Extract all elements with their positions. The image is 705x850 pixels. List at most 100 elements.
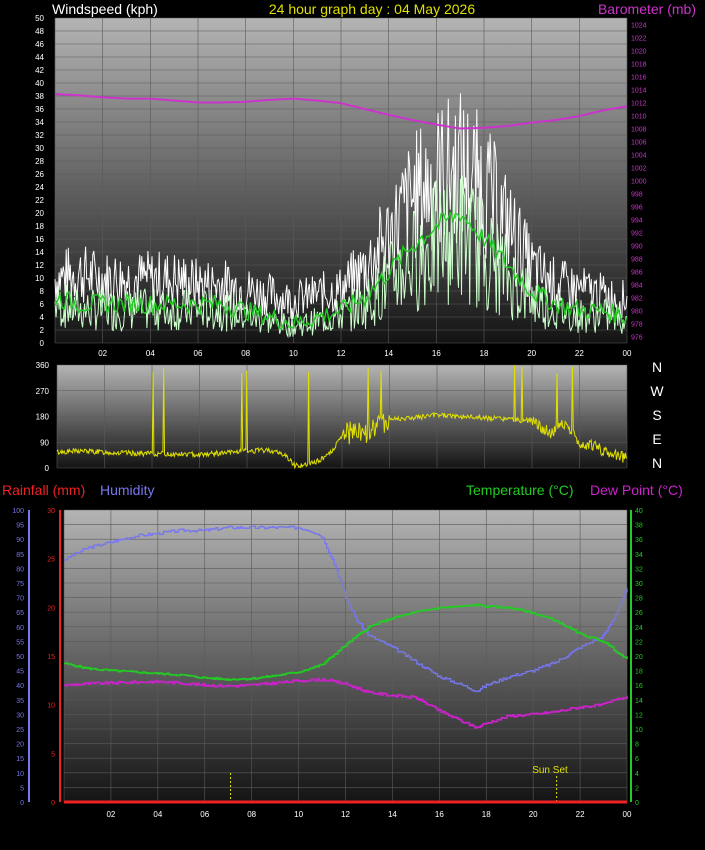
humidity-tick-label: 90 xyxy=(16,537,24,544)
wind-tick-label: 28 xyxy=(35,157,44,166)
windspeed-axis-title: Windspeed (kph) xyxy=(52,1,158,17)
time-tick-label: 14 xyxy=(388,810,397,819)
time-tick-label: 06 xyxy=(200,810,209,819)
compass-letter: N xyxy=(652,359,662,375)
temperature-tick-label: 10 xyxy=(635,727,643,734)
wind-tick-label: 24 xyxy=(35,183,44,192)
humidity-tick-label: 20 xyxy=(16,742,24,749)
wind-tick-label: 42 xyxy=(35,66,44,75)
time-tick-label: 18 xyxy=(480,349,489,358)
humidity-axis-title: Humidity xyxy=(100,482,154,498)
barometer-tick-label: 976 xyxy=(631,335,643,342)
climate-panel-grid xyxy=(63,509,628,803)
humidity-tick-label: 0 xyxy=(20,800,24,807)
time-tick-label: 20 xyxy=(529,810,538,819)
barometer-tick-label: 978 xyxy=(631,322,643,329)
wind-tick-label: 8 xyxy=(40,287,45,296)
time-tick-label: 22 xyxy=(576,810,585,819)
humidity-tick-label: 95 xyxy=(16,523,24,530)
wind-tick-label: 18 xyxy=(35,222,44,231)
time-tick-label: 08 xyxy=(247,810,256,819)
temperature-tick-label: 12 xyxy=(635,712,643,719)
rainfall-tick-label: 0 xyxy=(51,800,55,807)
dewpoint-axis-title: Dew Point (°C) xyxy=(590,482,683,498)
humidity-tick-label: 70 xyxy=(16,596,24,603)
barometer-tick-label: 1018 xyxy=(631,62,647,69)
wind-tick-label: 0 xyxy=(40,339,45,348)
temperature-tick-label: 40 xyxy=(635,508,643,515)
barometer-tick-label: 986 xyxy=(631,270,643,277)
barometer-tick-label: 982 xyxy=(631,296,643,303)
humidity-tick-label: 85 xyxy=(16,552,24,559)
humidity-tick-label: 45 xyxy=(16,669,24,676)
humidity-tick-label: 15 xyxy=(16,756,24,763)
time-tick-label: 08 xyxy=(241,349,250,358)
rainfall-tick-label: 25 xyxy=(47,557,55,564)
temperature-axis-title: Temperature (°C) xyxy=(466,482,574,498)
chart-title: 24 hour graph day : 04 May 2026 xyxy=(269,1,475,17)
barometer-axis-title: Barometer (mb) xyxy=(598,1,696,17)
rainfall-tick-label: 30 xyxy=(47,508,55,515)
temperature-tick-label: 2 xyxy=(635,785,639,792)
wind-tick-label: 20 xyxy=(35,209,44,218)
temperature-tick-label: 16 xyxy=(635,683,643,690)
temperature-tick-label: 20 xyxy=(635,654,643,661)
wind-tick-label: 32 xyxy=(35,131,44,140)
temperature-tick-label: 22 xyxy=(635,639,643,646)
direction-panel-axes: 0 90 180 270 360 xyxy=(36,361,50,473)
time-tick-label: 20 xyxy=(527,349,536,358)
time-tick-label: 10 xyxy=(289,349,298,358)
wind-tick-label: 50 xyxy=(35,14,44,23)
barometer-tick-label: 988 xyxy=(631,257,643,264)
time-tick-label: 06 xyxy=(194,349,203,358)
time-tick-label: 02 xyxy=(98,349,107,358)
time-tick-label: 04 xyxy=(153,810,162,819)
barometer-tick-label: 1006 xyxy=(631,140,647,147)
time-tick-label: 16 xyxy=(435,810,444,819)
compass-letter: E xyxy=(652,431,661,447)
barometer-tick-label: 1002 xyxy=(631,166,647,173)
time-tick-label: 00 xyxy=(623,349,632,358)
wind-tick-label: 30 xyxy=(35,144,44,153)
humidity-tick-label: 35 xyxy=(16,698,24,705)
wind-tick-label: 36 xyxy=(35,105,44,114)
humidity-tick-label: 5 xyxy=(20,785,24,792)
barometer-tick-label: 1016 xyxy=(631,75,647,82)
temperature-tick-label: 6 xyxy=(635,756,639,763)
barometer-tick-label: 980 xyxy=(631,309,643,316)
barometer-tick-label: 1004 xyxy=(631,153,647,160)
temperature-tick-label: 8 xyxy=(635,742,639,749)
humidity-tick-label: 25 xyxy=(16,727,24,734)
temperature-tick-label: 24 xyxy=(635,625,643,632)
temperature-tick-label: 32 xyxy=(635,566,643,573)
humidity-tick-label: 100 xyxy=(12,508,24,515)
time-tick-label: 00 xyxy=(623,810,632,819)
temperature-tick-label: 26 xyxy=(635,610,643,617)
barometer-tick-label: 1008 xyxy=(631,127,647,134)
temperature-tick-label: 18 xyxy=(635,669,643,676)
wind-tick-label: 2 xyxy=(40,326,45,335)
time-tick-label: 16 xyxy=(432,349,441,358)
wind-tick-label: 16 xyxy=(35,235,44,244)
temperature-tick-label: 14 xyxy=(635,698,643,705)
rainfall-tick-label: 10 xyxy=(47,703,55,710)
humidity-tick-label: 75 xyxy=(16,581,24,588)
barometer-tick-label: 1024 xyxy=(631,23,647,30)
barometer-tick-label: 984 xyxy=(631,283,643,290)
barometer-tick-label: 992 xyxy=(631,231,643,238)
direction-tick-label: 360 xyxy=(36,361,50,370)
compass-letter: S xyxy=(652,407,661,423)
time-tick-label: 18 xyxy=(482,810,491,819)
wind-tick-label: 12 xyxy=(35,261,44,270)
humidity-tick-label: 60 xyxy=(16,625,24,632)
time-tick-label: 10 xyxy=(294,810,303,819)
barometer-tick-label: 1000 xyxy=(631,179,647,186)
barometer-tick-label: 996 xyxy=(631,205,643,212)
time-tick-label: 12 xyxy=(341,810,350,819)
wind-tick-label: 48 xyxy=(35,27,44,36)
rainfall-tick-label: 5 xyxy=(51,751,55,758)
wind-tick-label: 26 xyxy=(35,170,44,179)
barometer-tick-label: 1010 xyxy=(631,114,647,121)
wind-tick-label: 40 xyxy=(35,79,44,88)
wind-tick-label: 46 xyxy=(35,40,44,49)
